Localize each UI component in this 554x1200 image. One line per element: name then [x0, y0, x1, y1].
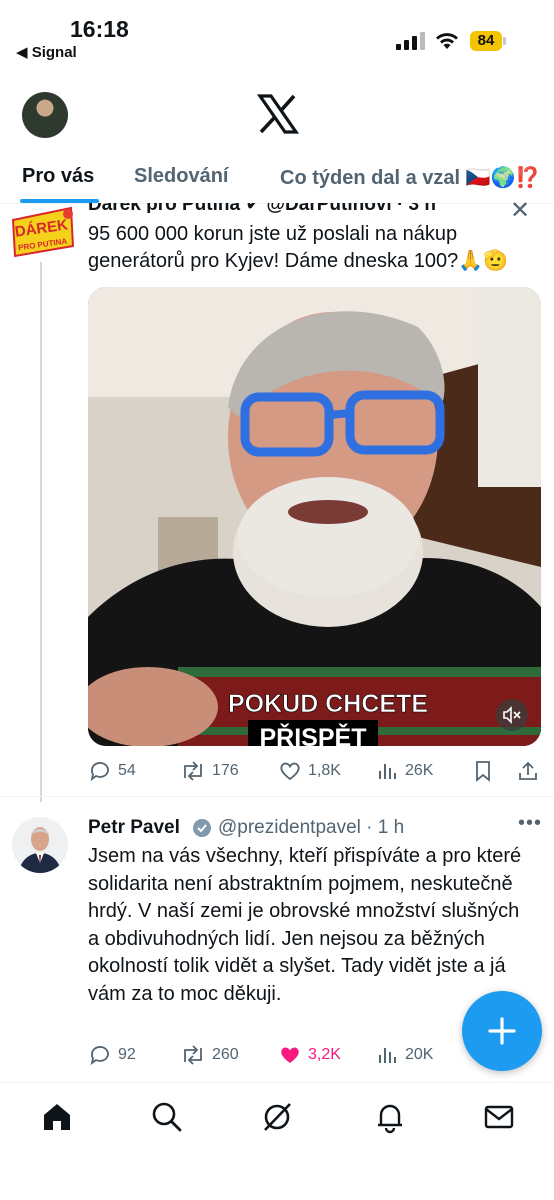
- messages-icon[interactable]: [482, 1100, 516, 1134]
- battery-tip: [503, 37, 506, 45]
- petr-pavel-avatar[interactable]: [12, 817, 68, 873]
- heart-icon: [280, 762, 300, 781]
- portrait-image: [12, 817, 68, 873]
- bottom-nav-divider: [0, 1082, 554, 1083]
- like-count: 1,8K: [308, 762, 341, 779]
- reply-icon: [90, 762, 109, 782]
- reply-icon: [90, 1046, 109, 1066]
- repost-button[interactable]: 260: [180, 1043, 239, 1067]
- like-button-active[interactable]: 3,2K: [278, 1043, 341, 1067]
- video-frame: POKUD CHCETE PŘISPĚT: [88, 287, 541, 746]
- reply-count: 92: [118, 1046, 136, 1063]
- battery-indicator: 84: [470, 31, 502, 51]
- tab-co-tyden-dal-a-vzal[interactable]: Co týden dal a vzal 🇨🇿🌍⁉️: [280, 165, 540, 190]
- profile-avatar[interactable]: [22, 92, 68, 138]
- views-button[interactable]: 26K: [375, 759, 433, 783]
- tweet-divider: [0, 796, 554, 797]
- share-icon[interactable]: [516, 759, 540, 783]
- video-caption-line2: PŘISPĚT: [260, 722, 367, 746]
- darek-pro-putina-avatar[interactable]: DÁREK PRO PUTINA: [11, 206, 75, 258]
- verified-badge-icon: [193, 819, 211, 837]
- reply-button[interactable]: 92: [88, 1043, 136, 1067]
- wifi-icon: [436, 33, 458, 49]
- notifications-icon[interactable]: [373, 1100, 407, 1134]
- heart-filled-icon: [281, 1047, 299, 1063]
- repost-count: 176: [212, 762, 239, 779]
- like-button[interactable]: 1,8K: [278, 759, 341, 783]
- thread-line: [40, 262, 42, 802]
- status-time: 16:18: [70, 16, 129, 42]
- views-count: 20K: [405, 1046, 434, 1063]
- tab-sledovani[interactable]: Sledování: [134, 165, 228, 188]
- grok-icon[interactable]: [260, 1100, 294, 1134]
- tweet1-text: 95 600 000 korun jste už poslali na náku…: [88, 223, 509, 272]
- views-chart-icon: [379, 764, 396, 779]
- repost-icon: [184, 761, 202, 781]
- tab-pro-vas[interactable]: Pro vás: [22, 165, 94, 188]
- mute-toggle-button[interactable]: [496, 699, 528, 731]
- x-logo-icon[interactable]: [256, 92, 300, 136]
- home-icon[interactable]: [40, 1100, 74, 1134]
- repost-icon: [184, 1045, 202, 1065]
- like-count: 3,2K: [308, 1046, 341, 1063]
- views-count: 26K: [405, 762, 434, 779]
- video-caption-line1: POKUD CHCETE: [228, 690, 428, 718]
- plus-icon: [488, 1017, 516, 1045]
- author-name[interactable]: Petr Pavel: [88, 817, 180, 839]
- views-button[interactable]: 20K: [375, 1043, 433, 1067]
- search-icon[interactable]: [150, 1100, 184, 1134]
- speaker-muted-icon: [503, 706, 521, 724]
- back-to-app-link[interactable]: ◀ Signal: [16, 43, 77, 61]
- compose-post-button[interactable]: [462, 991, 542, 1071]
- views-chart-icon: [379, 1048, 396, 1063]
- repost-button[interactable]: 176: [180, 759, 239, 783]
- more-options-icon[interactable]: •••: [518, 812, 542, 835]
- cellular-signal-icon: [396, 32, 425, 50]
- reply-count: 54: [118, 762, 136, 779]
- tweet1-video[interactable]: POKUD CHCETE PŘISPĚT: [88, 287, 541, 746]
- tweet1-header[interactable]: Dárek pro Putina ✔ @DarPutinovi · 3 h: [88, 203, 468, 213]
- tweet2-text: Jsem na vás všechny, kteří přispíváte a …: [88, 845, 522, 1005]
- reply-button[interactable]: 54: [88, 759, 136, 783]
- author-handle[interactable]: @prezidentpavel · 1 h: [218, 817, 404, 839]
- bookmark-icon[interactable]: [471, 759, 495, 783]
- repost-count: 260: [212, 1046, 239, 1063]
